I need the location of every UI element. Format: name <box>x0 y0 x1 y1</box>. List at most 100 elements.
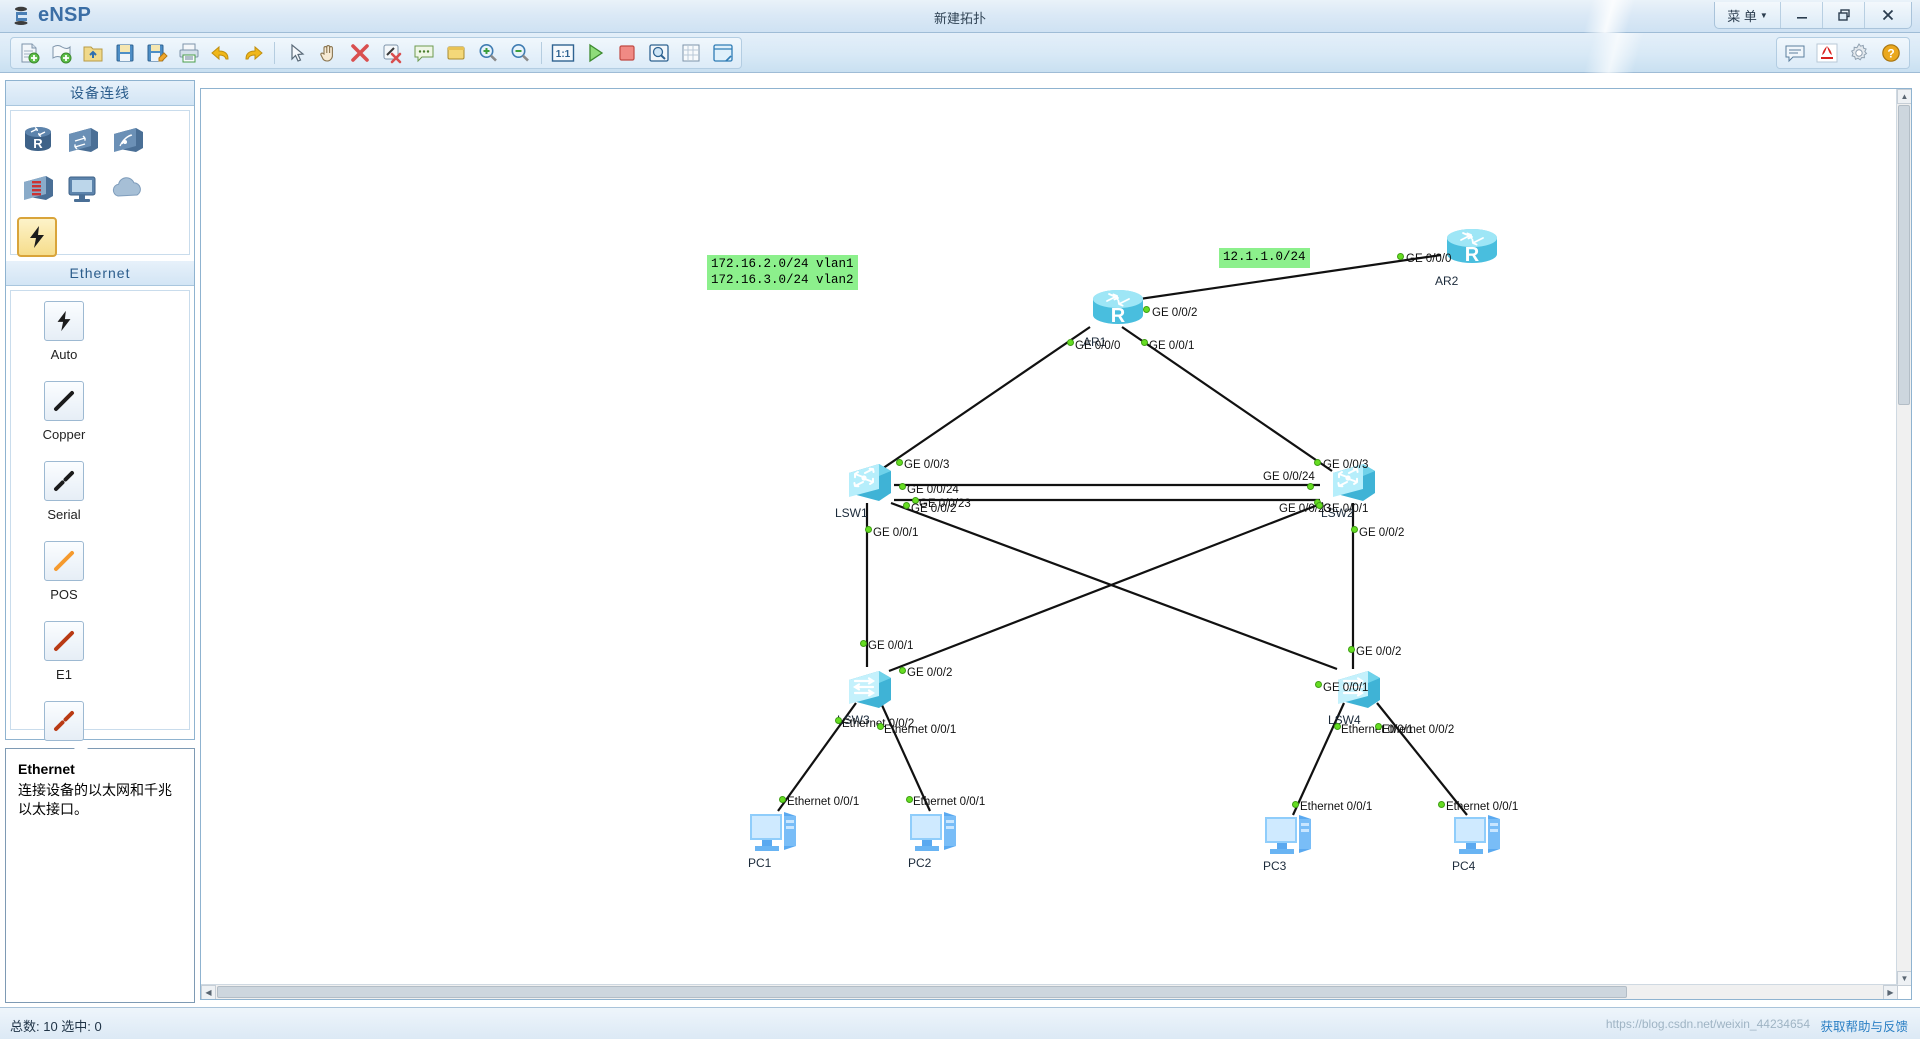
close-button[interactable] <box>1865 2 1911 28</box>
zoom-reset-icon[interactable]: 1:1 <box>549 40 577 66</box>
link-endpoint-dot[interactable] <box>903 502 910 509</box>
start-device-icon[interactable] <box>581 40 609 66</box>
grid-icon[interactable] <box>677 40 705 66</box>
stop-device-icon[interactable] <box>613 40 641 66</box>
scroll-down-arrow[interactable]: ▼ <box>1897 971 1911 986</box>
switch-lsw1[interactable] <box>845 460 895 511</box>
select-pointer-icon[interactable] <box>282 40 310 66</box>
link-auto[interactable]: Auto <box>27 301 101 381</box>
link-pos[interactable]: POS <box>27 541 101 621</box>
topology-canvas-container[interactable]: R AR2 R AR1 LSW1 LSW2 LSW3 LSW4 PC1 PC2 … <box>200 88 1912 1000</box>
get-help-link[interactable]: 获取帮助与反馈 <box>1820 1016 1908 1035</box>
link-endpoint-dot[interactable] <box>899 667 906 674</box>
device-category-cloud[interactable] <box>105 165 150 213</box>
link-endpoint-dot[interactable] <box>896 459 903 466</box>
link-copper[interactable]: Copper <box>27 381 101 461</box>
capture-packet-icon[interactable] <box>645 40 673 66</box>
link-lsw4-pc4[interactable] <box>1376 702 1468 816</box>
link-endpoint-dot[interactable] <box>835 717 842 724</box>
canvas-vertical-scrollbar[interactable]: ▲ ▼ <box>1896 89 1911 986</box>
link-endpoint-dot[interactable] <box>865 526 872 533</box>
delete-icon[interactable] <box>346 40 374 66</box>
link-endpoint-dot[interactable] <box>779 796 786 803</box>
pan-hand-icon[interactable] <box>314 40 342 66</box>
topology-canvas[interactable]: R AR2 R AR1 LSW1 LSW2 LSW3 LSW4 PC1 PC2 … <box>201 89 1881 969</box>
link-endpoint-dot[interactable] <box>1438 801 1445 808</box>
pc-pc2[interactable] <box>906 804 960 859</box>
serial-link-icon <box>44 461 84 501</box>
link-endpoint-dot[interactable] <box>1375 723 1382 730</box>
link-endpoint-dot[interactable] <box>1315 681 1322 688</box>
link-endpoint-dot[interactable] <box>906 796 913 803</box>
pc-pc3[interactable] <box>1261 807 1315 862</box>
delete-link-icon[interactable] <box>378 40 406 66</box>
help-icon[interactable]: ? <box>1877 40 1905 66</box>
link-endpoint-dot[interactable] <box>1067 339 1074 346</box>
link-endpoint-dot[interactable] <box>1397 253 1404 260</box>
pc-pc1[interactable] <box>746 804 800 859</box>
toolbar-left-group: 1:1 <box>10 37 742 69</box>
port-lsw2-ge003: GE 0/0/3 <box>1323 459 1369 471</box>
save-as-icon[interactable] <box>143 40 171 66</box>
link-endpoint-dot[interactable] <box>1292 801 1299 808</box>
help-panel-title: Ethernet <box>18 761 75 777</box>
add-shape-icon[interactable] <box>442 40 470 66</box>
router-ar2[interactable]: R <box>1441 226 1503 277</box>
device-category-endpoint[interactable] <box>60 165 105 213</box>
new-topology-icon[interactable] <box>15 40 43 66</box>
link-endpoint-dot[interactable] <box>899 483 906 490</box>
device-category-grid: R <box>10 110 190 257</box>
print-icon[interactable] <box>175 40 203 66</box>
link-e1[interactable]: E1 <box>27 621 101 701</box>
router-ar1[interactable]: R <box>1087 287 1149 338</box>
maximize-button[interactable] <box>1823 2 1865 28</box>
open-folder-icon[interactable] <box>79 40 107 66</box>
minimize-button[interactable] <box>1781 2 1823 28</box>
link-endpoint-dot[interactable] <box>860 640 867 647</box>
link-endpoint-dot[interactable] <box>877 723 884 730</box>
link-serial[interactable]: Serial <box>27 461 101 541</box>
switch-lsw3[interactable] <box>845 667 895 718</box>
link-endpoint-dot[interactable] <box>1316 502 1323 509</box>
vertical-scroll-thumb[interactable] <box>1898 105 1910 405</box>
topology-view-icon[interactable] <box>709 40 737 66</box>
port-ar2-ge000: GE 0/0/0 <box>1406 253 1452 265</box>
link-lsw2-lsw3[interactable] <box>888 501 1324 673</box>
scroll-left-arrow[interactable]: ◀ <box>201 985 216 999</box>
horizontal-scroll-thumb[interactable] <box>217 986 1627 998</box>
settings-gear-icon[interactable] <box>1845 40 1873 66</box>
menu-button[interactable]: 菜 单 ▼ <box>1715 2 1781 28</box>
link-endpoint-dot[interactable] <box>1351 526 1358 533</box>
comment-icon[interactable] <box>1781 40 1809 66</box>
link-ar1-lsw1[interactable] <box>878 326 1091 472</box>
wan-subnet-note[interactable]: 12.1.1.0/24 <box>1219 248 1310 268</box>
zoom-out-icon[interactable] <box>506 40 534 66</box>
new-device-icon[interactable] <box>47 40 75 66</box>
redo-icon[interactable] <box>239 40 267 66</box>
link-endpoint-dot[interactable] <box>1314 459 1321 466</box>
link-endpoint-dot[interactable] <box>1334 723 1341 730</box>
link-endpoint-dot[interactable] <box>1143 306 1150 313</box>
link-e1-label: E1 <box>56 667 72 682</box>
vlan-subnet-note[interactable]: 172.16.2.0/24 vlan1 172.16.3.0/24 vlan2 <box>707 255 858 291</box>
undo-icon[interactable] <box>207 40 235 66</box>
device-category-wlan[interactable] <box>105 117 150 165</box>
device-category-router[interactable]: R <box>15 117 60 165</box>
link-endpoint-dot[interactable] <box>1348 646 1355 653</box>
link-endpoint-dot[interactable] <box>1307 483 1314 490</box>
device-category-connections[interactable] <box>17 217 57 257</box>
device-category-switch[interactable] <box>60 117 105 165</box>
zoom-in-icon[interactable] <box>474 40 502 66</box>
port-ar1-ge001: GE 0/0/1 <box>1149 340 1195 352</box>
copper-link-icon <box>44 381 84 421</box>
add-note-icon[interactable] <box>410 40 438 66</box>
scroll-right-arrow[interactable]: ▶ <box>1883 985 1898 999</box>
huawei-logo-icon[interactable] <box>1813 40 1841 66</box>
scroll-up-arrow[interactable]: ▲ <box>1897 89 1911 104</box>
save-icon[interactable] <box>111 40 139 66</box>
window-controls: 菜 单 ▼ <box>1714 2 1912 29</box>
device-category-firewall[interactable] <box>15 165 60 213</box>
link-endpoint-dot[interactable] <box>1141 339 1148 346</box>
canvas-horizontal-scrollbar[interactable]: ◀ ▶ <box>201 984 1898 999</box>
pc-pc4[interactable] <box>1450 807 1504 862</box>
